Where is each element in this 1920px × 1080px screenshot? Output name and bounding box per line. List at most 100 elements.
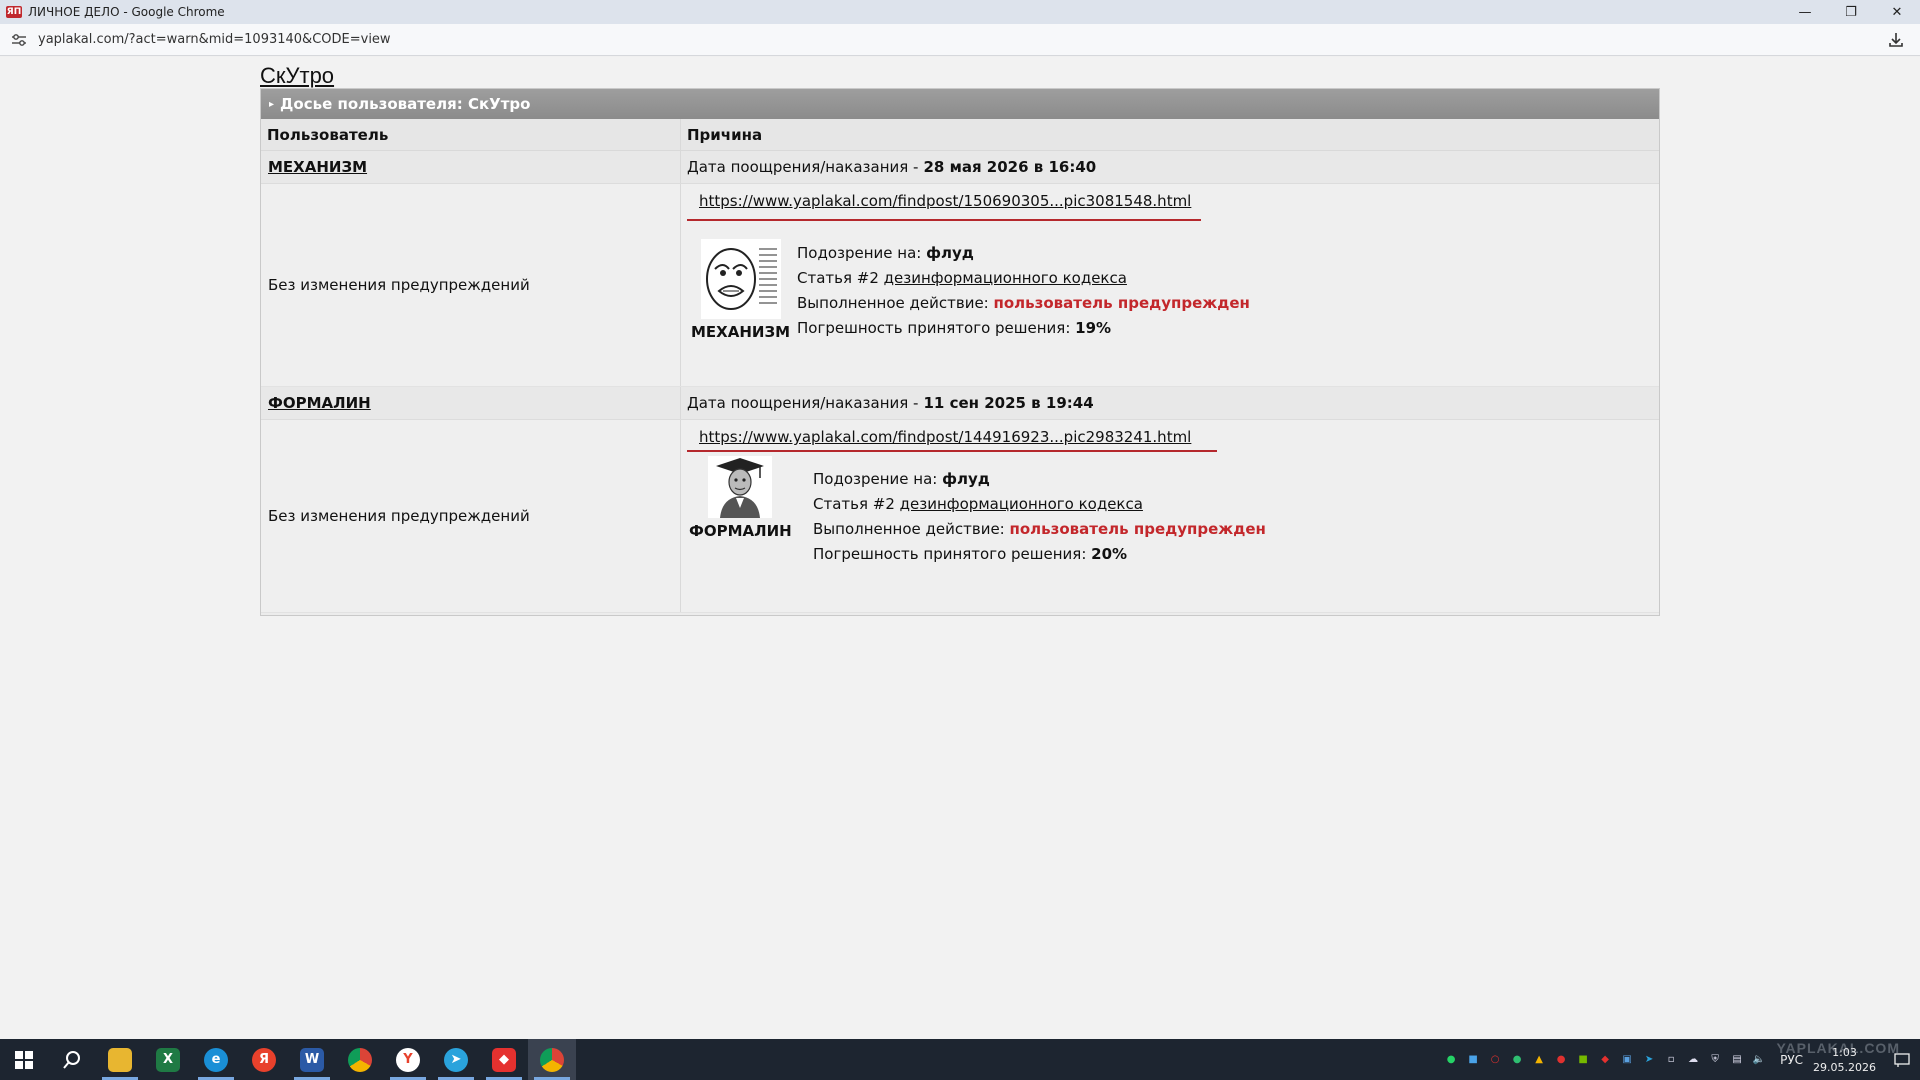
moderator-link[interactable]: ФОРМАЛИН <box>268 394 371 412</box>
warning-change-text: Без изменения предупреждений <box>261 420 681 612</box>
anydesk-icon[interactable]: ◆ <box>480 1039 528 1080</box>
record-header: ФОРМАЛИН Дата поощрения/наказания - 11 с… <box>261 387 1659 420</box>
red-divider <box>687 219 1201 221</box>
date-value: 28 мая 2026 в 16:40 <box>923 158 1097 176</box>
chrome-active-icon[interactable] <box>528 1039 576 1080</box>
rage-face-avatar-icon <box>700 239 781 319</box>
graduate-avatar-icon <box>708 456 773 518</box>
page-content: СкУтро ▸ Досье пользователя: СкУтро Поль… <box>0 57 1920 1039</box>
error-line: Погрешность принятого решения: 20% <box>813 542 1266 567</box>
record-date-cell: Дата поощрения/наказания - 28 мая 2026 в… <box>681 151 1659 183</box>
error-value: 19% <box>1075 319 1112 337</box>
url-input[interactable]: yaplakal.com/?act=warn&mid=1093140&CODE=… <box>38 32 391 47</box>
error-value: 20% <box>1091 545 1128 563</box>
minimize-icon[interactable]: — <box>1782 0 1828 24</box>
defender-tray-icon[interactable]: ⛨ <box>1704 1049 1726 1071</box>
opera-tray-icon[interactable]: ○ <box>1484 1049 1506 1071</box>
table-header: Пользователь Причина <box>261 119 1659 151</box>
yandex-browser-icon[interactable]: Y <box>384 1039 432 1080</box>
anydesk-tray-icon[interactable]: ◆ <box>1594 1049 1616 1071</box>
start-button[interactable] <box>0 1039 48 1080</box>
avatar-name: МЕХАНИЗМ <box>691 323 791 341</box>
action-line: Выполненное действие: пользователь преду… <box>813 517 1266 542</box>
post-link[interactable]: https://www.yaplakal.com/findpost/150690… <box>699 192 1191 210</box>
suspicion-value: флуд <box>926 244 974 262</box>
record-header: МЕХАНИЗМ Дата поощрения/наказания - 28 м… <box>261 151 1659 184</box>
whatsapp-tray-icon[interactable]: ● <box>1440 1049 1462 1071</box>
app-tray-icon[interactable]: ■ <box>1462 1049 1484 1071</box>
suspicion-label: Подозрение на: <box>813 470 938 488</box>
action-label: Выполненное действие: <box>797 294 989 312</box>
taskbar: X e Я W Y ➤ ◆ ● ■ ○ ● ▲ ● ■ ◆ ▣ ➤ ▫ ☁ ⛨ … <box>0 1039 1920 1080</box>
dossier-panel: ▸ Досье пользователя: СкУтро Пользовател… <box>260 88 1660 616</box>
record-moderator-cell: ФОРМАЛИН <box>261 387 681 419</box>
window-titlebar: ЯП ЛИЧНОЕ ДЕЛО - Google Chrome — ❐ ✕ <box>0 0 1920 24</box>
word-icon[interactable]: W <box>288 1039 336 1080</box>
address-bar: yaplakal.com/?act=warn&mid=1093140&CODE=… <box>0 24 1920 56</box>
search-icon <box>63 1050 80 1069</box>
drive-tray-icon[interactable]: ▲ <box>1528 1049 1550 1071</box>
suspicion-line: Подозрение на: флуд <box>797 241 1250 266</box>
site-favicon-icon: ЯП <box>6 6 22 18</box>
record-reason-cell: https://www.yaplakal.com/findpost/144916… <box>681 420 1659 612</box>
network-tray-icon[interactable]: ▤ <box>1726 1049 1748 1071</box>
action-value: пользователь предупрежден <box>993 294 1250 312</box>
column-header-user: Пользователь <box>261 119 681 150</box>
clock-date: 29.05.2026 <box>1813 1060 1876 1074</box>
warning-change-text: Без изменения предупреждений <box>261 184 681 386</box>
error-label: Погрешность принятого решения: <box>797 319 1071 337</box>
nvidia-tray-icon[interactable]: ■ <box>1572 1049 1594 1071</box>
post-link[interactable]: https://www.yaplakal.com/findpost/144916… <box>699 428 1191 446</box>
panel-header: ▸ Досье пользователя: СкУтро <box>261 89 1659 119</box>
volume-tray-icon[interactable]: 🔈 <box>1748 1049 1770 1071</box>
date-value: 11 сен 2025 в 19:44 <box>923 394 1094 412</box>
windows-logo-icon <box>15 1050 33 1069</box>
close-icon[interactable]: ✕ <box>1874 0 1920 24</box>
chrome-icon[interactable] <box>336 1039 384 1080</box>
telegram-icon[interactable]: ➤ <box>432 1039 480 1080</box>
article-line: Статья #2 дезинформационного кодекса <box>797 266 1250 291</box>
antivirus-tray-icon[interactable]: ● <box>1550 1049 1572 1071</box>
yandex-icon[interactable]: Я <box>240 1039 288 1080</box>
action-label: Выполненное действие: <box>813 520 1005 538</box>
site-settings-icon[interactable] <box>10 31 28 49</box>
page-title[interactable]: СкУтро <box>260 63 334 89</box>
window-title: ЛИЧНОЕ ДЕЛО - Google Chrome <box>28 5 225 19</box>
bullet-icon: ▸ <box>269 98 275 110</box>
kaspersky-tray-icon[interactable]: ● <box>1506 1049 1528 1071</box>
date-label: Дата поощрения/наказания - <box>687 394 919 412</box>
site-watermark: YAPLAKAL.COM <box>1776 1040 1900 1056</box>
error-line: Погрешность принятого решения: 19% <box>797 316 1250 341</box>
download-icon[interactable] <box>1886 30 1906 50</box>
suspicion-label: Подозрение на: <box>797 244 922 262</box>
record-body: Без изменения предупреждений https://www… <box>261 420 1659 613</box>
record-body: Без изменения предупреждений https://www… <box>261 184 1659 387</box>
monitor-tray-icon[interactable]: ▣ <box>1616 1049 1638 1071</box>
moderator-avatar-block: МЕХАНИЗМ <box>691 239 790 341</box>
window-controls: — ❐ ✕ <box>1782 0 1920 24</box>
suspicion-line: Подозрение на: флуд <box>813 467 1266 492</box>
cloud-tray-icon[interactable]: ☁ <box>1682 1049 1704 1071</box>
moderator-link[interactable]: МЕХАНИЗМ <box>268 158 367 176</box>
article-prefix: Статья #2 <box>797 269 879 287</box>
edge-icon[interactable]: e <box>192 1039 240 1080</box>
article-prefix: Статья #2 <box>813 495 895 513</box>
restore-icon[interactable]: ❐ <box>1828 0 1874 24</box>
excel-icon[interactable]: X <box>144 1039 192 1080</box>
red-divider <box>687 450 1217 452</box>
search-button[interactable] <box>48 1039 96 1080</box>
article-link[interactable]: дезинформационного кодекса <box>884 269 1127 287</box>
column-header-reason: Причина <box>687 125 763 144</box>
violation-info: Подозрение на: флуд Статья #2 дезинформа… <box>813 467 1266 567</box>
article-link[interactable]: дезинформационного кодекса <box>900 495 1143 513</box>
telegram-tray-icon[interactable]: ➤ <box>1638 1049 1660 1071</box>
date-label: Дата поощрения/наказания - <box>687 158 919 176</box>
action-value: пользователь предупрежден <box>1009 520 1266 538</box>
file-explorer-icon[interactable] <box>96 1039 144 1080</box>
record-moderator-cell: МЕХАНИЗМ <box>261 151 681 183</box>
record-reason-cell: https://www.yaplakal.com/findpost/150690… <box>681 184 1659 386</box>
suspicion-value: флуд <box>942 470 990 488</box>
usb-tray-icon[interactable]: ▫ <box>1660 1049 1682 1071</box>
article-line: Статья #2 дезинформационного кодекса <box>813 492 1266 517</box>
avatar-name: ФОРМАЛИН <box>689 522 792 540</box>
